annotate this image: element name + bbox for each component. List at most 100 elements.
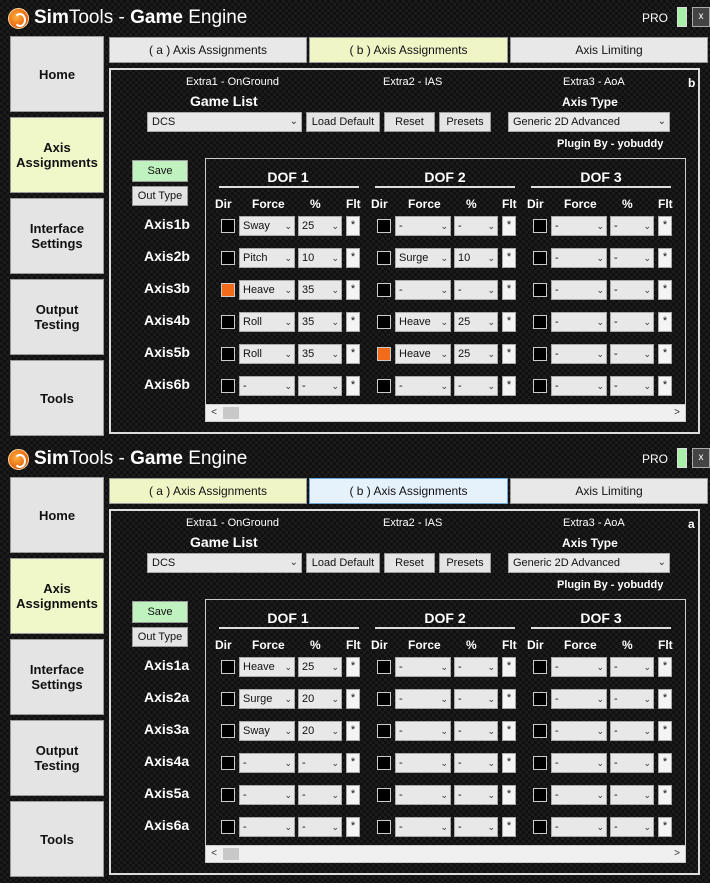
nav-tools-button[interactable]: Tools [10, 801, 104, 877]
force-select[interactable]: - ⌄ [551, 216, 607, 236]
percent-select[interactable]: - ⌄ [454, 376, 498, 396]
axis-type-select[interactable]: Generic 2D Advanced ⌄ [508, 112, 670, 132]
dir-checkbox[interactable] [377, 724, 391, 738]
percent-select[interactable]: - ⌄ [610, 689, 654, 709]
horizontal-scrollbar[interactable]: < > [206, 404, 685, 421]
percent-select[interactable]: - ⌄ [454, 280, 498, 300]
percent-select[interactable]: - ⌄ [610, 753, 654, 773]
force-select[interactable]: - ⌄ [551, 753, 607, 773]
force-select[interactable]: - ⌄ [395, 657, 451, 677]
percent-select[interactable]: 35 ⌄ [298, 280, 342, 300]
nav-tools-button[interactable]: Tools [10, 360, 104, 436]
percent-select[interactable]: 20 ⌄ [298, 721, 342, 741]
tab-axis-assignments-a[interactable]: ( a ) Axis Assignments [109, 37, 307, 63]
tab-axis-assignments-a[interactable]: ( a ) Axis Assignments [109, 478, 307, 504]
force-select[interactable]: - ⌄ [395, 785, 451, 805]
dir-checkbox[interactable] [533, 219, 547, 233]
dir-checkbox[interactable] [377, 660, 391, 674]
percent-select[interactable]: - ⌄ [298, 817, 342, 837]
filter-button[interactable]: * [502, 721, 516, 741]
force-select[interactable]: - ⌄ [551, 657, 607, 677]
dir-checkbox[interactable] [533, 724, 547, 738]
percent-select[interactable]: 10 ⌄ [454, 248, 498, 268]
filter-button[interactable]: * [346, 312, 360, 332]
dir-checkbox[interactable] [533, 283, 547, 297]
dir-checkbox[interactable] [533, 379, 547, 393]
filter-button[interactable]: * [502, 344, 516, 364]
force-select[interactable]: - ⌄ [551, 817, 607, 837]
force-select[interactable]: - ⌄ [239, 753, 295, 773]
percent-select[interactable]: - ⌄ [298, 785, 342, 805]
filter-button[interactable]: * [658, 657, 672, 677]
pro-toggle[interactable] [677, 448, 687, 468]
force-select[interactable]: - ⌄ [395, 280, 451, 300]
percent-select[interactable]: - ⌄ [454, 216, 498, 236]
dir-checkbox[interactable] [377, 692, 391, 706]
filter-button[interactable]: * [502, 376, 516, 396]
presets-button[interactable]: Presets [439, 112, 491, 132]
percent-select[interactable]: - ⌄ [610, 344, 654, 364]
filter-button[interactable]: * [346, 657, 360, 677]
force-select[interactable]: - ⌄ [551, 280, 607, 300]
nav-home-button[interactable]: Home [10, 477, 104, 553]
scroll-right-icon[interactable]: > [669, 405, 685, 421]
percent-select[interactable]: - ⌄ [298, 753, 342, 773]
filter-button[interactable]: * [658, 721, 672, 741]
filter-button[interactable]: * [658, 280, 672, 300]
percent-select[interactable]: - ⌄ [610, 817, 654, 837]
dir-checkbox[interactable] [377, 820, 391, 834]
game-select[interactable]: DCS ⌄ [147, 112, 302, 132]
nav-output-testing-button[interactable]: Output Testing [10, 279, 104, 355]
game-select[interactable]: DCS ⌄ [147, 553, 302, 573]
dir-checkbox[interactable] [221, 660, 235, 674]
force-select[interactable]: Heave ⌄ [239, 657, 295, 677]
dir-checkbox[interactable] [221, 692, 235, 706]
presets-button[interactable]: Presets [439, 553, 491, 573]
filter-button[interactable]: * [502, 312, 516, 332]
force-select[interactable]: - ⌄ [551, 344, 607, 364]
percent-select[interactable]: - ⌄ [454, 753, 498, 773]
force-select[interactable]: - ⌄ [395, 721, 451, 741]
force-select[interactable]: - ⌄ [395, 689, 451, 709]
filter-button[interactable]: * [658, 376, 672, 396]
filter-button[interactable]: * [346, 376, 360, 396]
filter-button[interactable]: * [346, 344, 360, 364]
filter-button[interactable]: * [502, 280, 516, 300]
force-select[interactable]: - ⌄ [395, 216, 451, 236]
force-select[interactable]: Pitch ⌄ [239, 248, 295, 268]
dir-checkbox[interactable] [377, 283, 391, 297]
filter-button[interactable]: * [502, 657, 516, 677]
filter-button[interactable]: * [502, 248, 516, 268]
scroll-left-icon[interactable]: < [206, 846, 222, 862]
percent-select[interactable]: 25 ⌄ [298, 216, 342, 236]
tab-axis-limiting[interactable]: Axis Limiting [510, 478, 708, 504]
tab-axis-assignments-b[interactable]: ( b ) Axis Assignments [309, 478, 508, 504]
dir-checkbox[interactable] [221, 379, 235, 393]
percent-select[interactable]: 10 ⌄ [298, 248, 342, 268]
percent-select[interactable]: 35 ⌄ [298, 344, 342, 364]
dir-checkbox[interactable] [221, 756, 235, 770]
percent-select[interactable]: - ⌄ [610, 376, 654, 396]
percent-select[interactable]: - ⌄ [610, 216, 654, 236]
dir-checkbox[interactable] [533, 347, 547, 361]
percent-select[interactable]: - ⌄ [454, 689, 498, 709]
load-default-button[interactable]: Load Default [306, 112, 380, 132]
force-select[interactable]: Heave ⌄ [395, 312, 451, 332]
percent-select[interactable]: - ⌄ [610, 721, 654, 741]
force-select[interactable]: - ⌄ [239, 817, 295, 837]
percent-select[interactable]: - ⌄ [454, 657, 498, 677]
filter-button[interactable]: * [346, 216, 360, 236]
dir-checkbox[interactable] [377, 315, 391, 329]
dir-checkbox[interactable] [221, 251, 235, 265]
tab-axis-assignments-b[interactable]: ( b ) Axis Assignments [309, 37, 508, 63]
force-select[interactable]: - ⌄ [239, 785, 295, 805]
dir-checkbox[interactable] [533, 660, 547, 674]
dir-checkbox[interactable] [377, 219, 391, 233]
dir-checkbox[interactable] [377, 788, 391, 802]
save-button[interactable]: Save [132, 601, 188, 623]
force-select[interactable]: - ⌄ [395, 817, 451, 837]
percent-select[interactable]: - ⌄ [610, 312, 654, 332]
filter-button[interactable]: * [658, 216, 672, 236]
percent-select[interactable]: - ⌄ [610, 657, 654, 677]
percent-select[interactable]: 25 ⌄ [298, 657, 342, 677]
